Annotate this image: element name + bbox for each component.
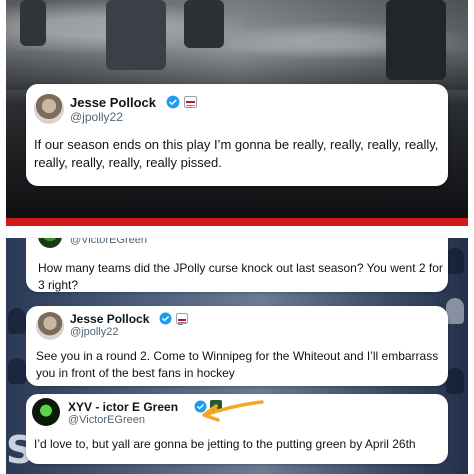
- user-handle[interactable]: @jpolly22: [70, 110, 123, 124]
- tweet-card-jpolly-1[interactable]: Jesse Pollock @jpolly22 If our season en…: [26, 84, 448, 186]
- tweet-text: I’d love to, but yall are gonna be jetti…: [34, 437, 416, 451]
- display-name[interactable]: Jesse Pollock: [70, 312, 149, 326]
- user-handle[interactable]: @jpolly22: [70, 326, 118, 338]
- display-name[interactable]: Jesse Pollock: [70, 95, 156, 110]
- affiliate-badge-icon: [184, 96, 197, 108]
- affiliate-badge-icon: [176, 313, 188, 325]
- crowd-figure: [8, 358, 26, 384]
- verified-badge-icon: [166, 95, 180, 109]
- tweet-text: See you in a round 2. Come to Winnipeg f…: [36, 349, 439, 380]
- tweet-card-victor-1[interactable]: @VictorEGreen How many teams did the JPo…: [26, 238, 448, 292]
- player-silhouette: [20, 0, 46, 46]
- avatar[interactable]: [38, 238, 62, 248]
- player-silhouette: [106, 0, 166, 70]
- avatar[interactable]: [34, 94, 64, 124]
- avatar[interactable]: [36, 312, 64, 340]
- crowd-figure: [8, 308, 26, 334]
- avatar[interactable]: [32, 398, 60, 426]
- user-handle[interactable]: @VictorEGreen: [68, 414, 145, 426]
- red-accent-stripe: [6, 218, 468, 226]
- user-handle[interactable]: @VictorEGreen: [70, 238, 147, 246]
- player-silhouette: [386, 0, 446, 80]
- verified-badge-icon: [159, 312, 172, 325]
- crowd-figure: [446, 368, 464, 394]
- annotation-arrow-icon: [202, 400, 264, 422]
- display-name[interactable]: XYV - ictor E Green: [68, 400, 178, 414]
- tweet-text: If our season ends on this play I’m gonn…: [34, 137, 439, 170]
- tweet-card-jpolly-2[interactable]: Jesse Pollock @jpolly22 See you in a rou…: [26, 306, 448, 386]
- player-silhouette: [184, 0, 224, 48]
- crowd-figure: [446, 298, 464, 324]
- tweet-text: How many teams did the JPolly curse knoc…: [38, 261, 443, 292]
- crowd-figure: [446, 248, 464, 274]
